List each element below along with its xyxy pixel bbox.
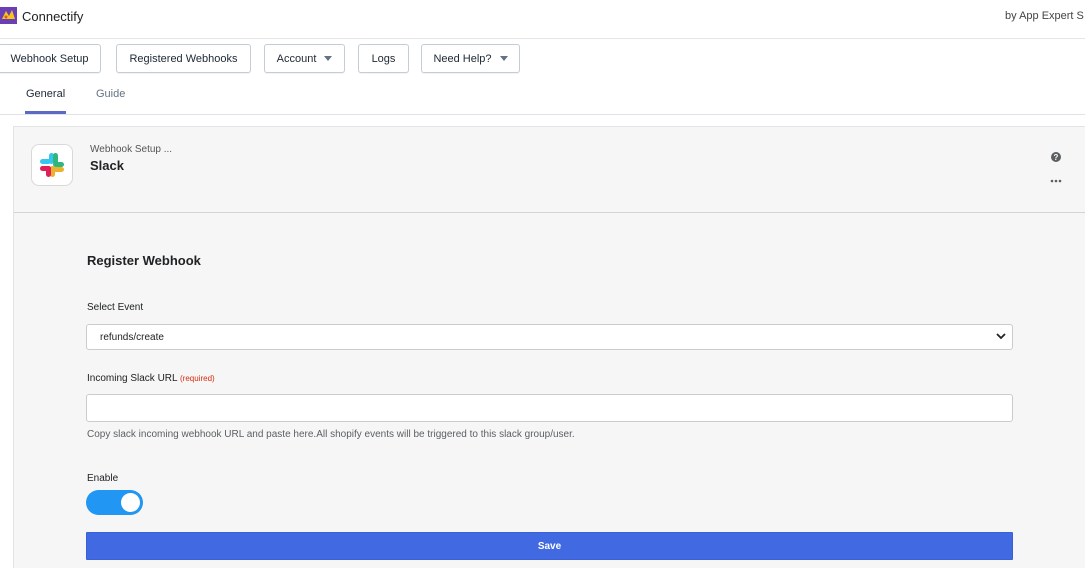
save-button[interactable]: Save (86, 532, 1013, 560)
need-help-label: Need Help? (433, 52, 492, 65)
toolbar: Webhook Setup Registered Webhooks Accoun… (0, 39, 1085, 81)
caret-down-icon (324, 56, 333, 61)
need-help-button[interactable]: Need Help? (421, 44, 520, 73)
app-title: Connectify (22, 9, 84, 24)
slack-url-label: Incoming Slack URL (required) (87, 373, 215, 384)
breadcrumb[interactable]: Webhook Setup ... (90, 144, 172, 155)
tab-guide[interactable]: Guide (96, 88, 125, 100)
account-label: Account (276, 52, 317, 65)
toggle-knob (121, 493, 140, 512)
tab-bar: General Guide (0, 82, 1085, 115)
active-tab-indicator (25, 111, 66, 114)
page-title: Slack (90, 158, 124, 173)
select-event-label: Select Event (87, 302, 144, 313)
title-bar: Connectify by App Expert S (0, 0, 1085, 39)
webhook-setup-label: Webhook Setup (10, 52, 89, 65)
registered-webhooks-label: Registered Webhooks (129, 52, 238, 65)
question-circle-icon[interactable]: ? (1051, 152, 1061, 162)
select-event-dropdown[interactable]: refunds/create (86, 324, 1013, 350)
vendor-link[interactable]: by App Expert S (1005, 10, 1084, 22)
webhook-card: Webhook Setup ... Slack ? Register Webho… (13, 126, 1085, 568)
registered-webhooks-button[interactable]: Registered Webhooks (116, 44, 251, 73)
caret-down-icon (499, 56, 508, 61)
account-button[interactable]: Account (264, 44, 345, 73)
required-note: (required) (180, 374, 215, 383)
slack-logo-tile (31, 144, 73, 186)
slack-url-help-text: Copy slack incoming webhook URL and past… (87, 429, 575, 440)
app-logo-icon (0, 7, 17, 24)
slack-logo-icon (40, 153, 64, 177)
form-title: Register Webhook (87, 253, 201, 268)
more-horizontal-icon[interactable] (1050, 179, 1062, 183)
card-header: Webhook Setup ... Slack ? (14, 127, 1085, 213)
enable-label: Enable (87, 473, 119, 484)
enable-toggle[interactable] (86, 490, 143, 515)
slack-url-label-text: Incoming Slack URL (87, 373, 178, 384)
save-label: Save (537, 540, 562, 552)
chevron-down-icon (996, 333, 1006, 340)
slack-url-input[interactable] (86, 394, 1013, 422)
select-event-value: refunds/create (100, 332, 164, 343)
svg-text:?: ? (1054, 153, 1059, 162)
logs-button[interactable]: Logs (358, 44, 409, 73)
webhook-setup-button[interactable]: Webhook Setup (0, 44, 101, 73)
logs-label: Logs (371, 52, 396, 65)
tab-general[interactable]: General (26, 88, 65, 100)
